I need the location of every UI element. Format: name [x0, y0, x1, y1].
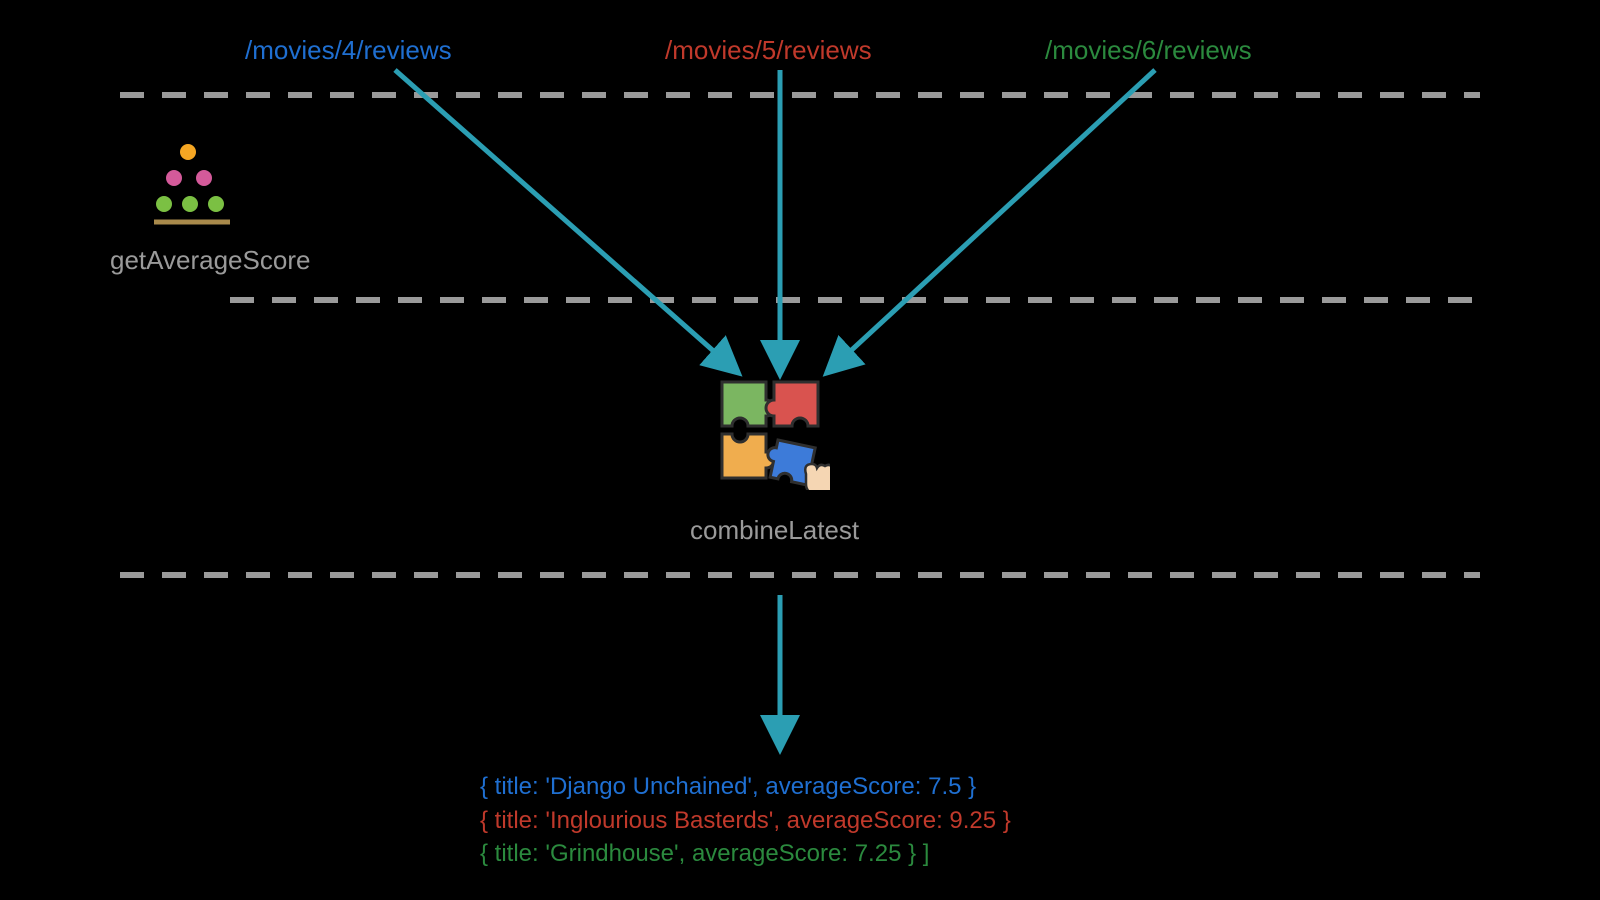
abacus-icon — [150, 140, 250, 230]
output-line-1: { title: 'Django Unchained', averageScor… — [480, 770, 1011, 804]
diagram-stage: { "endpoints": { "a": "/movies/4/reviews… — [0, 0, 1600, 900]
endpoint-a: /movies/4/reviews — [245, 35, 452, 66]
endpoint-b: /movies/5/reviews — [665, 35, 872, 66]
endpoint-c: /movies/6/reviews — [1045, 35, 1252, 66]
output-line-3: { title: 'Grindhouse', averageScore: 7.2… — [480, 837, 1011, 871]
output-block: { title: 'Django Unchained', averageScor… — [480, 770, 1011, 871]
arrow-a — [395, 70, 735, 370]
get-average-score-label: getAverageScore — [110, 245, 310, 276]
puzzle-icon — [720, 380, 830, 490]
output-line-2: { title: 'Inglourious Basterds', average… — [480, 804, 1011, 838]
combine-latest-label: combineLatest — [690, 515, 859, 546]
arrow-c — [830, 70, 1155, 370]
